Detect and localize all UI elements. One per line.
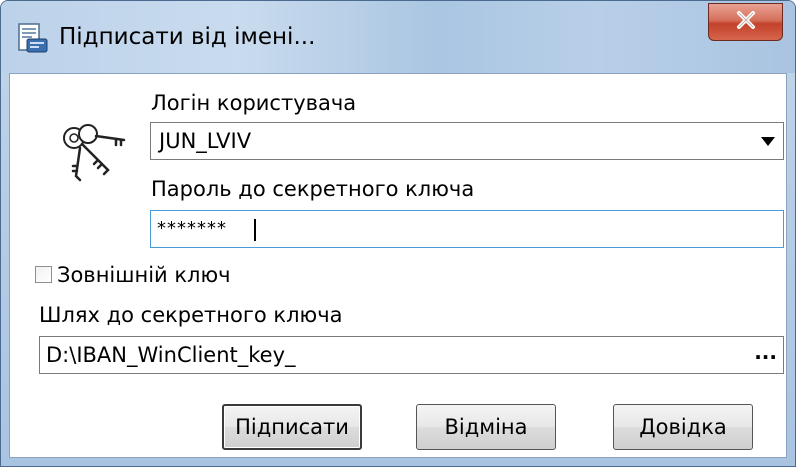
browse-button[interactable]: ...	[754, 339, 777, 365]
key-path-value: D:\IBAN_WinClient_key_	[46, 343, 296, 367]
external-key-label[interactable]: Зовнішній ключ	[57, 262, 231, 288]
keys-icon	[58, 118, 128, 188]
password-label: Пароль до секретного ключа	[151, 177, 475, 201]
text-caret	[254, 219, 256, 241]
dialog-body: Логін користувача JUN_LVIV Пароль до сек…	[9, 73, 787, 458]
help-button[interactable]: Довідка	[613, 404, 753, 450]
login-value: JUN_LVIV	[159, 129, 252, 153]
sign-as-dialog: Підписати від імені... Логін користувача	[0, 0, 796, 467]
close-icon	[735, 10, 757, 34]
sign-button[interactable]: Підписати	[222, 404, 362, 450]
key-path-label: Шлях до секретного ключа	[39, 303, 343, 327]
login-label: Логін користувача	[151, 91, 357, 115]
key-path-field[interactable]: D:\IBAN_WinClient_key_ ...	[39, 336, 784, 374]
password-field[interactable]: *******	[150, 210, 784, 248]
close-button[interactable]	[708, 3, 783, 41]
sign-document-icon	[15, 21, 49, 55]
chevron-down-icon[interactable]	[761, 137, 775, 146]
cancel-button[interactable]: Відміна	[416, 404, 556, 450]
external-key-checkbox[interactable]	[35, 266, 52, 283]
password-value: *******	[157, 218, 227, 239]
window-title: Підписати від імені...	[59, 24, 316, 50]
title-bar[interactable]: Підписати від імені...	[1, 1, 795, 73]
login-select[interactable]: JUN_LVIV	[150, 122, 784, 160]
